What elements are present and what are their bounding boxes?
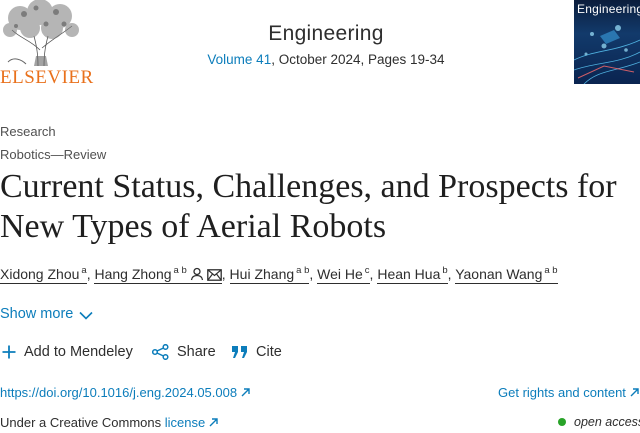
cite-label: Cite [256, 344, 282, 360]
chevron-down-icon [79, 311, 93, 320]
show-more-button[interactable]: Show more [0, 306, 93, 322]
external-link-icon [241, 388, 250, 397]
get-rights-text: Get rights and content [498, 385, 626, 400]
get-rights-link[interactable]: Get rights and content [498, 385, 639, 400]
author-link[interactable]: Hui Zhang a b [229, 265, 310, 284]
show-more-label: Show more [0, 306, 74, 322]
author-name: Hui Zhang [229, 266, 295, 282]
author-affiliation: a b [296, 265, 310, 276]
elsevier-wordmark[interactable]: ELSEVIER [0, 68, 93, 88]
author-name: Hean Hua [377, 266, 441, 282]
email-icon [206, 268, 222, 284]
article-title: Current Status, Challenges, and Prospect… [0, 168, 617, 245]
author-link[interactable]: Xidong Zhou a [0, 265, 87, 284]
author-name: Wei He [317, 266, 363, 282]
share-button[interactable]: Share [152, 344, 216, 360]
share-label: Share [177, 344, 216, 360]
author-list: Xidong Zhou a, Hang Zhong a b, Hui Zhang a … [0, 265, 640, 284]
person-icon [190, 267, 204, 284]
add-to-mendeley-label: Add to Mendeley [24, 344, 133, 360]
license-link[interactable]: license [165, 415, 218, 430]
plus-icon [2, 345, 16, 359]
author-name: Xidong Zhou [0, 266, 80, 282]
author-name: Yaonan Wang [455, 266, 543, 282]
open-access-label: open access [574, 415, 640, 429]
author-separator: , [221, 266, 230, 282]
doi-link[interactable]: https://doi.org/10.1016/j.eng.2024.05.00… [0, 385, 250, 400]
author-separator: , [309, 266, 318, 282]
license-link-text: license [164, 415, 206, 430]
quote-icon [232, 346, 247, 358]
doi-text: https://doi.org/10.1016/j.eng.2024.05.00… [0, 385, 238, 400]
article-subtype: Robotics—Review [0, 147, 107, 162]
external-link-icon [630, 388, 639, 397]
author-link[interactable]: Hang Zhong a b [94, 265, 222, 284]
author-link[interactable]: Hean Hua b [377, 265, 448, 284]
add-to-mendeley-button[interactable]: Add to Mendeley [2, 344, 133, 360]
cite-button[interactable]: Cite [231, 344, 282, 360]
article-type: Research [0, 124, 56, 139]
journal-cover-image[interactable]: Engineering [574, 0, 640, 84]
external-link-icon [209, 418, 218, 427]
license-line: Under a Creative Commons license [0, 415, 218, 430]
journal-issue-info: Volume 41, October 2024, Pages 19-34 [190, 52, 462, 67]
journal-title[interactable]: Engineering [200, 22, 452, 46]
author-affiliation: a b [544, 265, 558, 276]
cover-title: Engineering [577, 2, 640, 16]
author-name: Hang Zhong [94, 266, 172, 282]
author-affiliation: a b [173, 265, 187, 276]
tree-icon [0, 0, 82, 70]
author-link[interactable]: Wei He c [317, 265, 370, 284]
share-icon [152, 344, 169, 360]
issue-details: , October 2024, Pages 19-34 [271, 52, 445, 67]
license-prefix: Under a Creative Commons [0, 415, 165, 430]
open-access-dot-icon [558, 418, 566, 426]
open-access-badge: open access [558, 415, 640, 429]
volume-link[interactable]: Volume 41 [207, 52, 271, 67]
author-link[interactable]: Yaonan Wang a b [455, 265, 558, 284]
